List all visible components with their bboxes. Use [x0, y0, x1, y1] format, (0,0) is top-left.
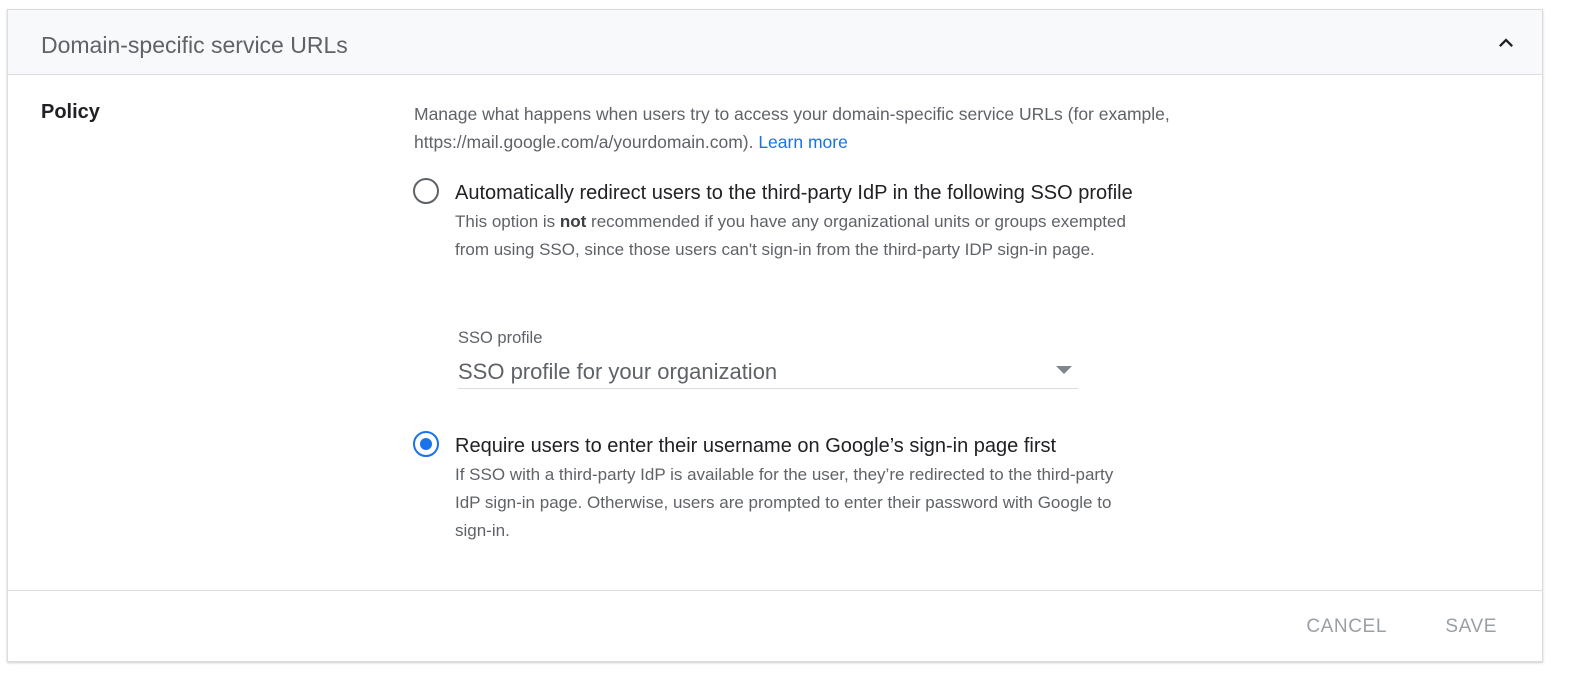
dropdown-arrow-icon	[1056, 366, 1072, 374]
section-title: Domain-specific service URLs	[41, 32, 348, 58]
collapse-button[interactable]	[1492, 29, 1520, 57]
require-username-option-radio[interactable]	[413, 431, 439, 457]
redirect-desc-pre: This option is	[455, 212, 560, 231]
card-footer: CANCEL SAVE	[8, 590, 1542, 662]
cancel-button[interactable]: CANCEL	[1306, 615, 1387, 639]
card-header[interactable]: Domain-specific service URLs	[8, 10, 1542, 75]
require-username-option-description: If SSO with a third-party IdP is availab…	[455, 465, 1114, 540]
sso-profile-caption: SSO profile	[458, 329, 543, 347]
require-username-option-label[interactable]: Require users to enter their username on…	[455, 433, 1056, 459]
sso-profile-select[interactable]: SSO profile SSO profile for your organiz…	[458, 326, 1078, 389]
sso-profile-value: SSO profile for your organization	[458, 359, 778, 384]
learn-more-link[interactable]: Learn more	[758, 132, 848, 152]
policy-description: Manage what happens when users try to ac…	[414, 100, 1234, 156]
redirect-option-radio[interactable]	[413, 178, 439, 204]
domain-urls-card: Domain-specific service URLs Policy Mana…	[7, 9, 1543, 662]
save-button[interactable]: SAVE	[1445, 615, 1497, 639]
policy-label: Policy	[41, 101, 100, 123]
chevron-up-icon	[1499, 38, 1513, 47]
redirect-option-description: This option is not recommended if you ha…	[455, 208, 1135, 264]
redirect-desc-bold: not	[559, 212, 587, 231]
redirect-option-label[interactable]: Automatically redirect users to the thir…	[455, 180, 1133, 206]
